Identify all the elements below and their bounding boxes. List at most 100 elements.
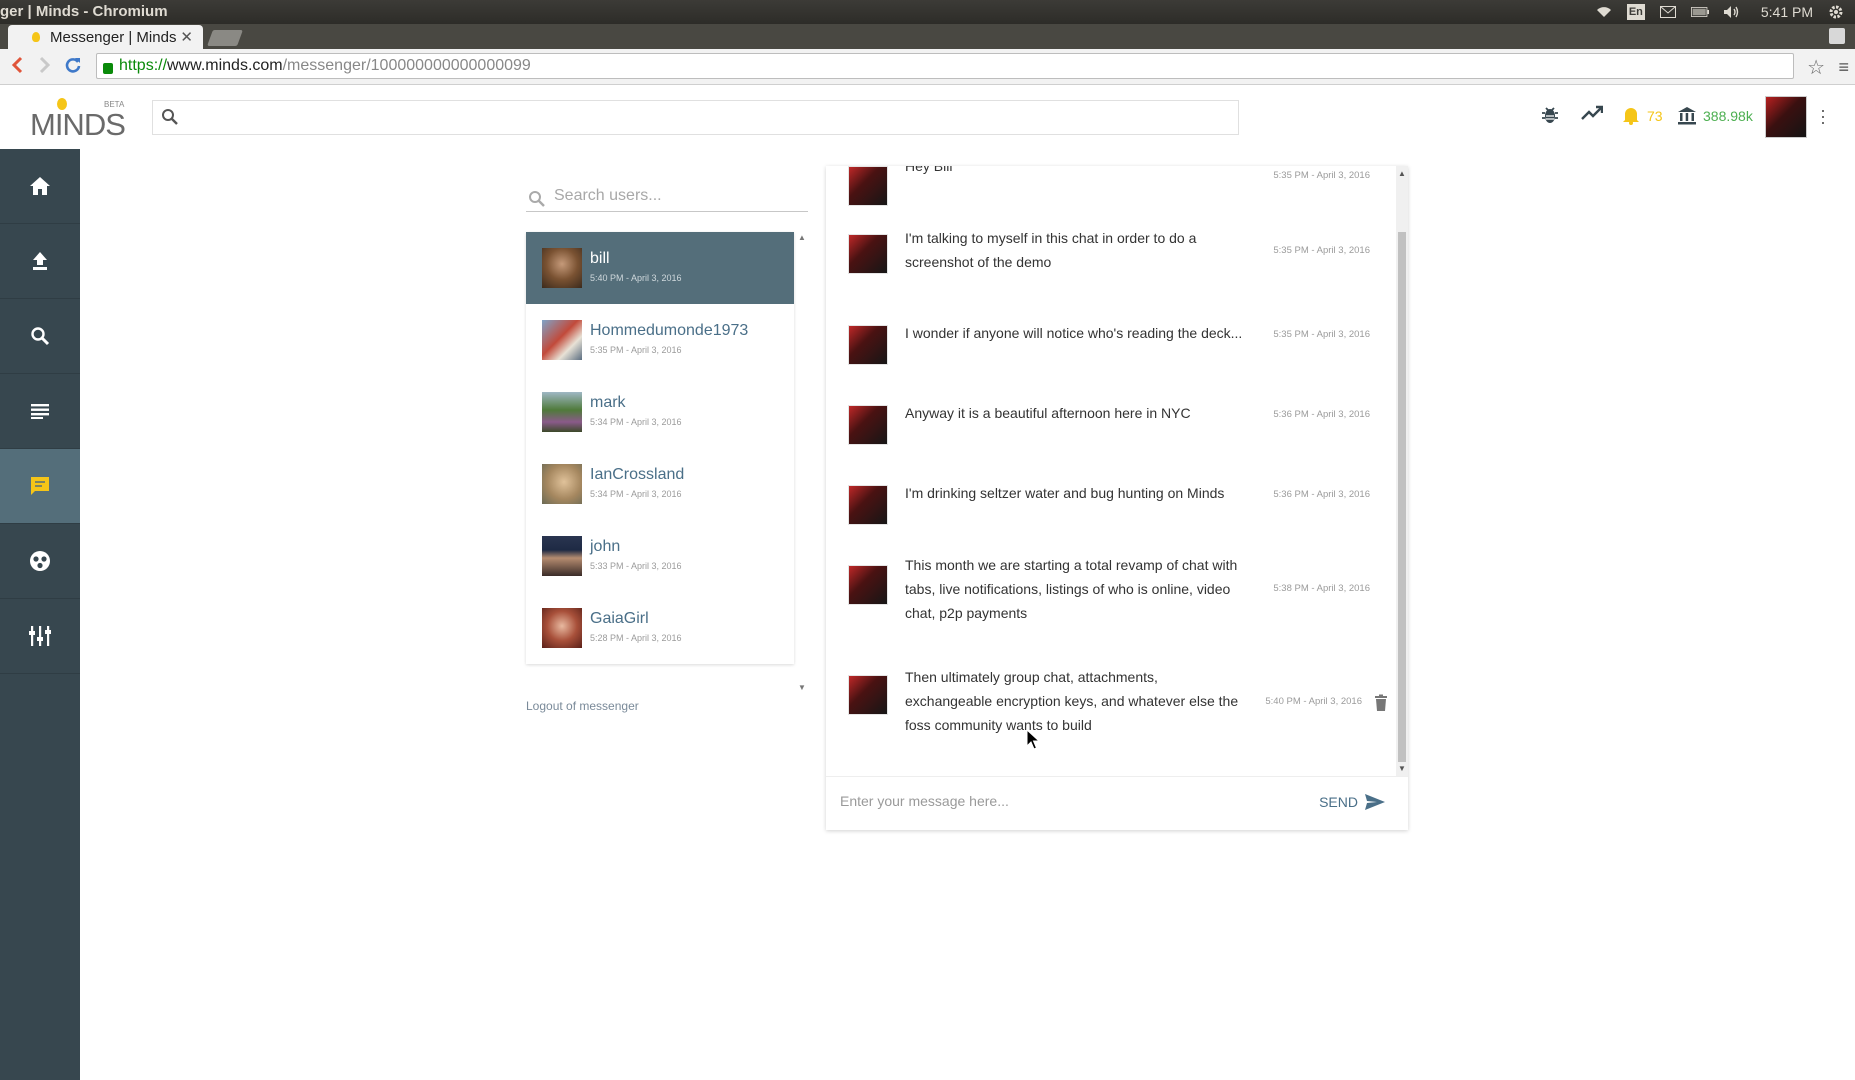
conversation-item-john[interactable]: john 5:33 PM - April 3, 2016 xyxy=(526,520,794,592)
notifications-bell-icon[interactable] xyxy=(1622,105,1640,130)
wifi-icon[interactable] xyxy=(1595,4,1613,20)
conversation-item-gaiagirl[interactable]: GaiaGirl 5:28 PM - April 3, 2016 xyxy=(526,592,794,664)
minds-logo[interactable]: MINDS BETA xyxy=(30,97,126,142)
tab-close-icon[interactable]: ✕ xyxy=(180,28,193,46)
user-search-input[interactable] xyxy=(554,187,804,205)
conversation-item-iancrossland[interactable]: IanCrossland 5:34 PM - April 3, 2016 xyxy=(526,448,794,520)
wallet-bank-icon[interactable] xyxy=(1677,105,1697,130)
trending-icon[interactable] xyxy=(1581,105,1604,126)
messenger-icon xyxy=(31,477,49,495)
conversation-item-mark[interactable]: mark 5:34 PM - April 3, 2016 xyxy=(526,376,794,448)
system-tray: En 5:41 PM xyxy=(1595,2,1845,22)
scroll-up-arrow-icon[interactable]: ▲ xyxy=(1398,169,1406,178)
sidebar-item-messenger[interactable] xyxy=(0,449,80,524)
conversation-name: mark xyxy=(590,394,626,411)
os-top-bar: ger | Minds - Chromium En 5:41 PM xyxy=(0,0,1855,24)
conversation-timestamp: 5:34 PM - April 3, 2016 xyxy=(590,417,682,427)
scrollbar-thumb[interactable] xyxy=(1398,232,1406,762)
message-avatar[interactable] xyxy=(848,405,888,445)
site-search-input[interactable] xyxy=(152,100,1239,135)
sidebar xyxy=(0,149,80,1080)
browser-toolbar: https:// www.minds.com /messenger/100000… xyxy=(0,49,1855,85)
send-arrow-icon xyxy=(1365,794,1385,810)
volume-icon[interactable] xyxy=(1723,4,1741,20)
clock[interactable]: 5:41 PM xyxy=(1761,4,1813,20)
conversation-timestamp: 5:28 PM - April 3, 2016 xyxy=(590,633,682,643)
message-list: Hey Bill 5:35 PM - April 3, 2016 I'm tal… xyxy=(826,166,1396,776)
bug-icon[interactable] xyxy=(1541,105,1559,130)
search-icon xyxy=(31,327,50,346)
message-text: I wonder if anyone will notice who's rea… xyxy=(905,325,1243,341)
sidebar-item-upload[interactable] xyxy=(0,224,80,299)
message-timestamp: 5:35 PM - April 3, 2016 xyxy=(1273,170,1370,181)
user-avatar[interactable] xyxy=(1765,96,1807,138)
newsfeed-icon xyxy=(31,404,49,419)
reload-button[interactable] xyxy=(64,56,82,79)
mail-icon[interactable] xyxy=(1659,4,1677,20)
window-restore-icon[interactable] xyxy=(1829,28,1845,44)
more-options-icon[interactable]: · · · xyxy=(1820,101,1826,131)
conversation-name: john xyxy=(590,538,621,555)
send-label: SEND xyxy=(1319,794,1358,810)
conversation-list: bill 5:40 PM - April 3, 2016 Hommedumond… xyxy=(526,232,794,664)
scroll-down-arrow-icon[interactable]: ▼ xyxy=(1398,764,1406,773)
url-scheme: https:// xyxy=(119,57,168,74)
conversation-name: bill xyxy=(590,250,610,267)
settings-gear-icon[interactable] xyxy=(1827,4,1845,20)
browser-menu-icon[interactable]: ≡ xyxy=(1838,57,1849,78)
wallet-balance[interactable]: 388.98k xyxy=(1703,108,1753,124)
list-scroll-up-icon[interactable]: ▲ xyxy=(798,233,806,242)
send-button[interactable]: SEND xyxy=(1319,793,1386,811)
list-scroll-down-icon[interactable]: ▼ xyxy=(798,683,806,692)
new-tab-button[interactable] xyxy=(207,30,243,46)
conversation-avatar xyxy=(542,536,582,576)
message-text: Anyway it is a beautiful afternoon here … xyxy=(905,405,1191,421)
url-bar[interactable]: https:// www.minds.com /messenger/100000… xyxy=(96,53,1794,79)
conversation-item-hommedumonde1973[interactable]: Hommedumonde1973 5:35 PM - April 3, 2016 xyxy=(526,304,794,376)
message-text: This month we are starting a total revam… xyxy=(905,557,1238,621)
user-search-field[interactable] xyxy=(526,184,808,212)
message-text: I'm drinking seltzer water and bug hunti… xyxy=(905,485,1225,501)
conversation-timestamp: 5:33 PM - April 3, 2016 xyxy=(590,561,682,571)
message-avatar[interactable] xyxy=(848,234,888,274)
keyboard-layout-indicator[interactable]: En xyxy=(1626,4,1645,20)
notifications-count[interactable]: 73 xyxy=(1647,108,1663,124)
logout-messenger-link[interactable]: Logout of messenger xyxy=(526,699,639,713)
home-icon xyxy=(30,177,50,195)
message-composer: SEND xyxy=(826,776,1408,830)
sidebar-item-admin[interactable] xyxy=(0,599,80,674)
tab-title: Messenger | Minds xyxy=(50,28,177,46)
message-input[interactable] xyxy=(840,793,1300,809)
message-avatar[interactable] xyxy=(848,675,888,715)
url-path: /messenger/100000000000000099 xyxy=(282,57,531,74)
message-avatar[interactable] xyxy=(848,565,888,605)
chat-scrollbar[interactable]: ▲ ▼ xyxy=(1396,166,1408,776)
lock-icon[interactable] xyxy=(103,62,113,74)
message-timestamp: 5:35 PM - April 3, 2016 xyxy=(1273,329,1370,340)
battery-icon[interactable] xyxy=(1690,4,1709,20)
conversation-avatar xyxy=(542,320,582,360)
message-timestamp: 5:36 PM - April 3, 2016 xyxy=(1273,409,1370,420)
window-title: ger | Minds - Chromium xyxy=(0,3,168,20)
message-avatar[interactable] xyxy=(848,485,888,525)
conversation-timestamp: 5:34 PM - April 3, 2016 xyxy=(590,489,682,499)
minds-favicon-icon xyxy=(32,32,40,42)
tab-messenger[interactable]: Messenger | Minds ✕ xyxy=(8,25,203,49)
delete-message-trash-icon[interactable] xyxy=(1374,694,1388,712)
back-button[interactable] xyxy=(10,56,24,79)
message-avatar[interactable] xyxy=(848,325,888,365)
chat-panel: Hey Bill 5:35 PM - April 3, 2016 I'm tal… xyxy=(826,166,1408,830)
bookmark-star-icon[interactable]: ☆ xyxy=(1807,55,1825,80)
upload-icon xyxy=(33,252,47,270)
search-icon xyxy=(528,190,546,213)
sidebar-item-home[interactable] xyxy=(0,149,80,224)
sidebar-item-newsfeed[interactable] xyxy=(0,374,80,449)
sidebar-item-search[interactable] xyxy=(0,299,80,374)
message-timestamp: 5:36 PM - April 3, 2016 xyxy=(1273,489,1370,500)
conversation-avatar xyxy=(542,608,582,648)
conversation-avatar xyxy=(542,392,582,432)
message-avatar[interactable] xyxy=(848,166,888,206)
conversation-item-bill[interactable]: bill 5:40 PM - April 3, 2016 xyxy=(526,232,794,304)
forward-button[interactable] xyxy=(38,56,52,79)
sidebar-item-groups[interactable] xyxy=(0,524,80,599)
